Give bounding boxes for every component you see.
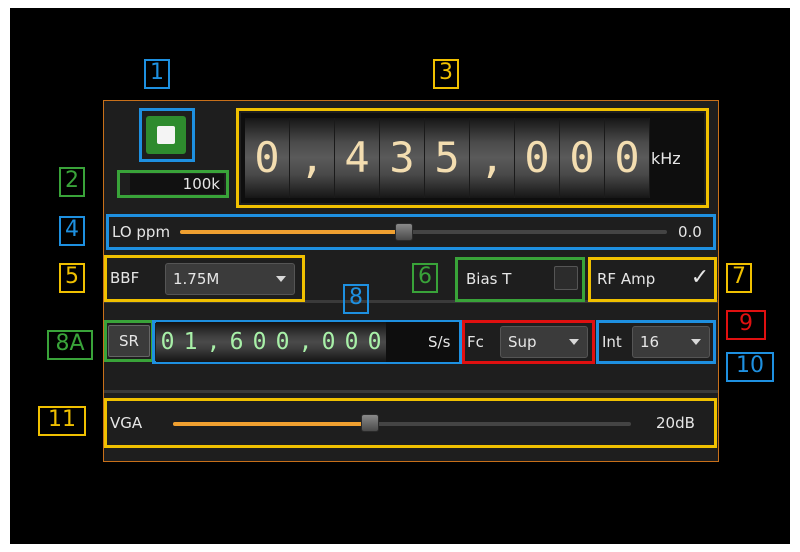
callout-1: 1	[144, 59, 170, 89]
sample-rate-digit[interactable]: 0	[271, 322, 294, 362]
lo-ppm-slider-fill	[180, 230, 404, 234]
frequency-separator: ,	[290, 118, 335, 198]
frequency-digit[interactable]: 0	[605, 118, 650, 198]
lo-ppm-label: LO ppm	[112, 223, 171, 241]
lo-ppm-value: 0.0	[678, 223, 702, 241]
frequency-digit[interactable]: 3	[380, 118, 425, 198]
bias-t-checkbox[interactable]	[554, 266, 578, 290]
frequency-digit[interactable]: 0	[515, 118, 560, 198]
sample-rate-digit[interactable]: 0	[156, 322, 179, 362]
callout-6: 6	[412, 263, 438, 293]
frequency-digit[interactable]: 0	[560, 118, 605, 198]
vga-value: 20dB	[656, 414, 695, 432]
callout-8a: 8A	[47, 330, 93, 360]
sample-rate-digit[interactable]: 1	[179, 322, 202, 362]
chevron-down-icon	[569, 339, 579, 345]
callout-3: 3	[433, 59, 459, 89]
stop-icon	[157, 126, 175, 144]
frequency-digit[interactable]: 0	[245, 118, 290, 198]
callout-5: 5	[59, 263, 85, 293]
vga-slider-handle[interactable]	[361, 414, 379, 432]
decimated-rate-display: 100k	[130, 174, 224, 194]
sample-rate-digit[interactable]: 0	[317, 322, 340, 362]
separator	[104, 390, 718, 393]
sample-rate-digit[interactable]: 0	[363, 322, 386, 362]
frequency-dial[interactable]: 0,435,000 kHz	[241, 113, 704, 203]
bias-t-label: Bias T	[466, 270, 512, 288]
callout-7: 7	[726, 263, 752, 293]
callout-8: 8	[343, 284, 369, 314]
frequency-digit[interactable]: 5	[425, 118, 470, 198]
fc-label: Fc	[467, 333, 484, 351]
interpolation-select[interactable]: 16	[632, 326, 710, 358]
sample-rate-toggle-button[interactable]: SR	[108, 325, 150, 357]
sample-rate-separator: ,	[294, 322, 317, 362]
callout-4: 4	[59, 216, 85, 246]
chevron-down-icon	[691, 339, 701, 345]
interp-value: 16	[640, 333, 660, 351]
vga-label: VGA	[110, 414, 143, 432]
frequency-unit: kHz	[651, 149, 681, 168]
bbf-label: BBF	[110, 269, 140, 287]
sample-rate-digit[interactable]: 6	[225, 322, 248, 362]
sample-rate-digit[interactable]: 0	[248, 322, 271, 362]
rf-amp-checkbox[interactable]: ✓	[688, 266, 712, 290]
frequency-digit[interactable]: 4	[335, 118, 380, 198]
fc-value: Sup	[508, 333, 537, 351]
sample-rate-dial[interactable]: 01,600,000 S/s	[156, 322, 459, 362]
sample-rate-separator: ,	[202, 322, 225, 362]
rf-amp-label: RF Amp	[597, 270, 656, 288]
bbf-value: 1.75M	[173, 270, 220, 288]
interp-label: Int	[602, 333, 622, 351]
fc-position-select[interactable]: Sup	[500, 326, 588, 358]
callout-10: 10	[726, 352, 774, 382]
sample-rate-unit: S/s	[428, 333, 451, 351]
lo-ppm-slider-handle[interactable]	[395, 223, 413, 241]
callout-11: 11	[38, 406, 86, 436]
callout-9: 9	[726, 310, 766, 340]
sample-rate-digit[interactable]: 0	[340, 322, 363, 362]
callout-2: 2	[59, 167, 85, 197]
vga-slider-fill	[173, 422, 370, 426]
chevron-down-icon	[276, 276, 286, 282]
frequency-separator: ,	[470, 118, 515, 198]
start-stop-button[interactable]	[146, 116, 186, 154]
bbf-select[interactable]: 1.75M	[165, 263, 295, 295]
